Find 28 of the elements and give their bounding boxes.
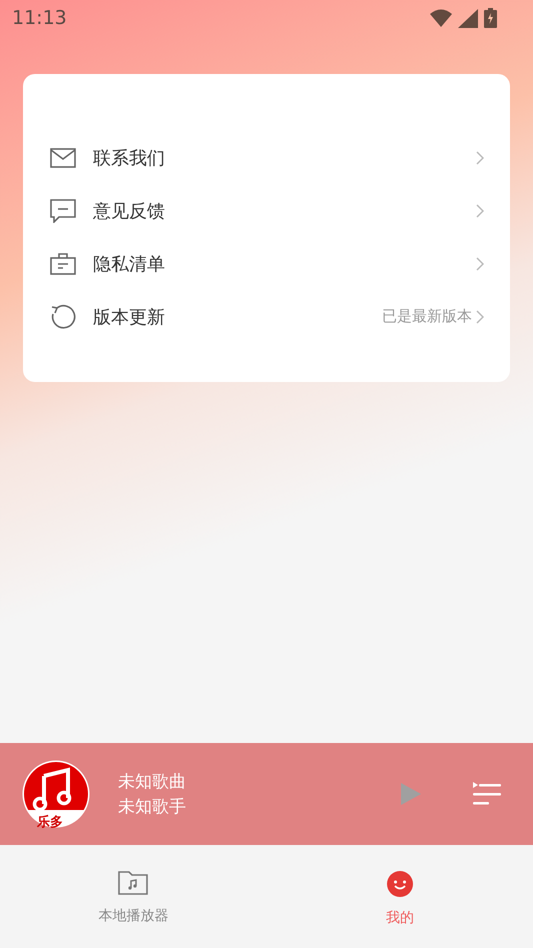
- chevron-right-icon: [476, 150, 484, 164]
- menu-row[interactable]: 联系我们: [23, 131, 510, 184]
- signal-icon: [458, 8, 478, 28]
- album-cover-icon: [22, 760, 90, 828]
- chevron-right-icon: [476, 256, 484, 270]
- menu-label: 意见反馈: [93, 200, 166, 222]
- menu-value: 已是最新版本: [382, 307, 472, 326]
- menu-label: 联系我们: [93, 146, 166, 170]
- refresh-icon: [50, 304, 76, 330]
- menu-row[interactable]: 隐私清单: [23, 237, 510, 290]
- comment-icon: [50, 198, 76, 222]
- chevron-right-icon: [476, 204, 484, 218]
- menu-row[interactable]: 意见反馈: [23, 184, 510, 237]
- music-folder-icon: [118, 871, 148, 895]
- playlist-icon[interactable]: [473, 782, 503, 806]
- briefcase-icon: [50, 252, 76, 274]
- menu-label: 隐私清单: [93, 252, 166, 276]
- song-title: 未知歌曲: [118, 771, 187, 793]
- menu-row[interactable]: 版本更新 已是最新版本: [23, 290, 510, 343]
- wifi-icon: [430, 9, 452, 27]
- menu-label: 版本更新: [93, 306, 166, 328]
- artist-name: 未知歌手: [118, 796, 187, 818]
- smiley-icon: [386, 871, 413, 897]
- status-time: 11:13: [12, 7, 67, 29]
- chevron-right-icon: [476, 310, 484, 324]
- mail-icon: [50, 148, 76, 168]
- battery-icon: [484, 8, 497, 28]
- cover-caption: 乐多: [37, 814, 63, 831]
